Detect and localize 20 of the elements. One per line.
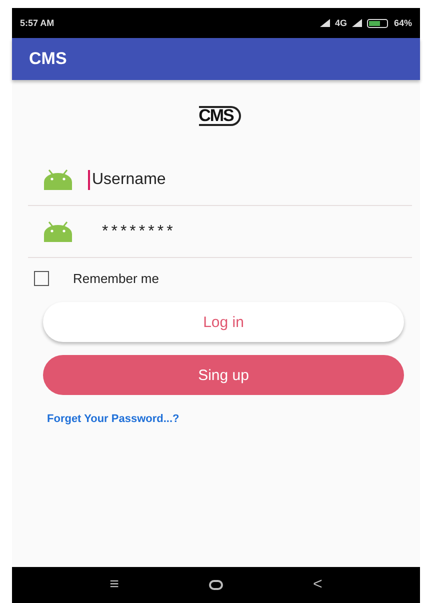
- android-icon: [42, 220, 74, 244]
- signup-button[interactable]: Sing up: [43, 355, 404, 395]
- forgot-password-link[interactable]: Forget Your Password...?: [47, 413, 180, 425]
- remember-label: Remember me: [73, 271, 159, 286]
- battery-icon: [366, 18, 389, 28]
- app-title: CMS: [29, 49, 67, 69]
- signal-icon: [320, 19, 330, 27]
- network-type: 4G: [334, 18, 347, 28]
- remember-checkbox[interactable]: [34, 271, 49, 286]
- battery-percent: 64%: [394, 18, 412, 28]
- home-icon[interactable]: [209, 580, 223, 590]
- signal-icon: [352, 19, 362, 27]
- username-field[interactable]: Username: [88, 170, 344, 190]
- menu-button[interactable]: ≡: [110, 576, 119, 594]
- password-field[interactable]: ********: [98, 222, 354, 242]
- back-button[interactable]: <: [313, 576, 322, 594]
- login-button[interactable]: Log in: [43, 302, 404, 342]
- status-time: 5:57 AM: [20, 18, 54, 28]
- logo: CMS: [198, 106, 242, 126]
- android-icon: [42, 168, 74, 192]
